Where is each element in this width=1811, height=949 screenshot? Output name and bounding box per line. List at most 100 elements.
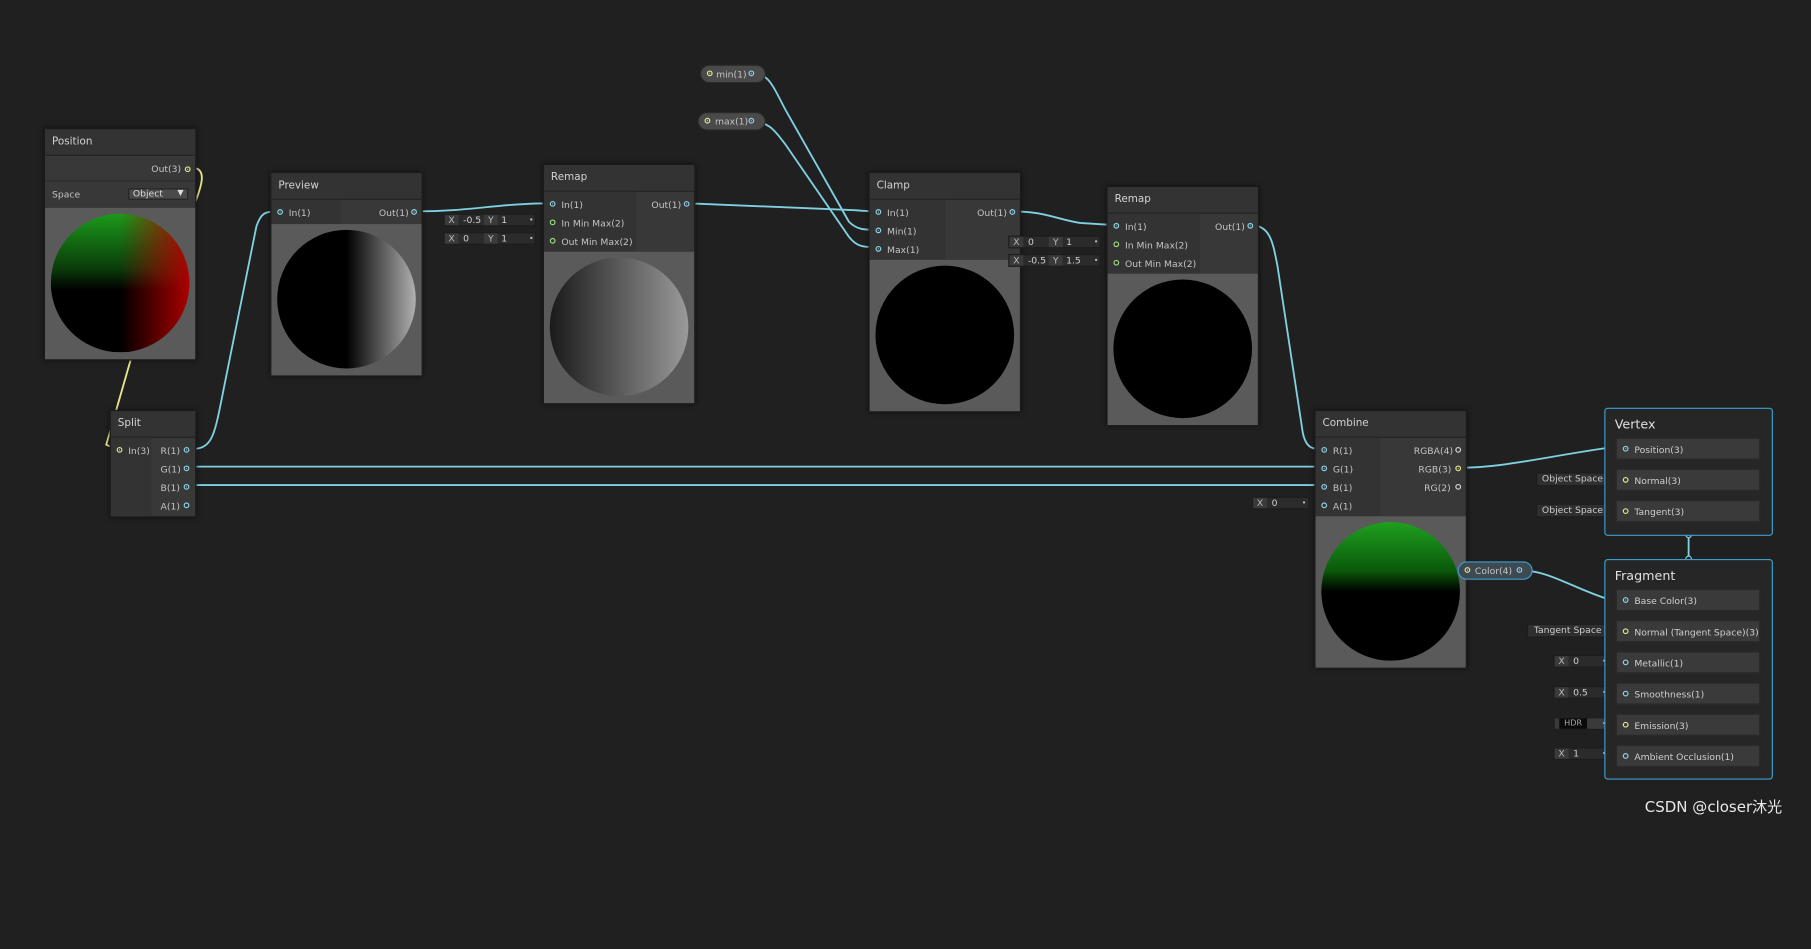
min-property-out-socket[interactable] — [748, 70, 755, 77]
combine-b-socket[interactable] — [1321, 483, 1328, 490]
split-out-g-socket[interactable] — [183, 465, 190, 472]
remap1-node[interactable]: Remap In(1) In Min Max(2) Out Min Max(2)… — [542, 164, 696, 405]
space-label: Space — [51, 189, 81, 200]
clamp-max-socket[interactable] — [875, 246, 882, 252]
y-value[interactable]: 1 — [498, 233, 507, 243]
combine-a-socket[interactable] — [1321, 502, 1328, 509]
min-property-node[interactable]: min(1) — [699, 64, 766, 84]
vertex-normal-space-field[interactable]: Object Space — [1536, 472, 1611, 487]
y-value[interactable]: 1 — [498, 215, 507, 225]
fragment-normal-port[interactable]: Normal (Tangent Space)(3) — [1615, 620, 1761, 643]
fragment-ao-socket[interactable] — [1622, 753, 1629, 759]
fragment-metallic-port[interactable]: Metallic(1) — [1615, 651, 1761, 674]
y-value[interactable]: 1.5 — [1063, 255, 1081, 265]
vertex-position-socket[interactable] — [1622, 445, 1629, 452]
remap2-in-min-max-field[interactable]: X 0 Y 1 — [1008, 235, 1101, 249]
remap1-out-socket[interactable] — [683, 200, 690, 207]
max-property-node[interactable]: max(1) — [697, 112, 766, 131]
combine-g-label: G(1) — [1332, 464, 1354, 475]
combine-rg-socket[interactable] — [1455, 483, 1462, 490]
remap1-inminmax-socket[interactable] — [549, 219, 556, 226]
preview-in-socket[interactable] — [277, 209, 283, 215]
fragment-ao-label: Ambient Occlusion(1) — [1634, 751, 1735, 763]
space-dropdown[interactable]: Object ▼ — [128, 188, 189, 200]
vertex-tangent-label: Tangent(3) — [1634, 507, 1685, 518]
vertex-normal-port[interactable]: Normal(3) — [1615, 468, 1761, 491]
remap2-out-socket[interactable] — [1247, 222, 1254, 229]
combine-node-header[interactable]: Combine — [1315, 411, 1466, 438]
fragment-smoothness-port[interactable]: Smoothness(1) — [1615, 682, 1761, 705]
remap1-outminmax-socket[interactable] — [549, 237, 556, 244]
combine-node[interactable]: Combine R(1) G(1) B(1) A(1) RGBA(4) RGB(… — [1314, 410, 1467, 669]
x-value[interactable]: 0 — [460, 233, 469, 243]
split-in-socket[interactable] — [116, 446, 123, 453]
smoothness-value[interactable]: 0.5 — [1570, 687, 1588, 697]
vertex-tangent-socket[interactable] — [1622, 508, 1629, 514]
remap1-out-label: Out(1) — [651, 199, 682, 211]
clamp-in-socket[interactable] — [875, 209, 882, 215]
clamp-min-socket[interactable] — [875, 227, 882, 234]
fragment-smoothness-socket[interactable] — [1622, 690, 1629, 697]
clamp-node[interactable]: Clamp In(1) Min(1) Max(1) Out(1) — [868, 172, 1022, 413]
fragment-basecolor-socket[interactable] — [1622, 597, 1629, 603]
fragment-master-node[interactable]: Fragment Base Color(3) Normal (Tangent S… — [1604, 559, 1773, 780]
combine-r-socket[interactable] — [1321, 446, 1328, 453]
smoothness-field[interactable]: X 0.5 — [1553, 686, 1611, 699]
remap2-outminmax-socket[interactable] — [1113, 259, 1120, 266]
metallic-value[interactable]: 0 — [1570, 656, 1579, 666]
color-property-out-socket[interactable] — [1516, 567, 1523, 573]
split-out-b-socket[interactable] — [183, 483, 190, 490]
fragment-basecolor-port[interactable]: Base Color(3) — [1615, 589, 1761, 611]
remap2-node-header[interactable]: Remap — [1107, 187, 1258, 214]
position-node-header[interactable]: Position — [45, 129, 196, 156]
ambient-occlusion-field[interactable]: X 1 — [1553, 747, 1611, 760]
clamp-node-header[interactable]: Clamp — [869, 173, 1020, 200]
vertex-normal-socket[interactable] — [1622, 477, 1629, 483]
metallic-field[interactable]: X 0 — [1553, 654, 1611, 668]
combine-rgba-socket[interactable] — [1455, 446, 1462, 453]
y-value[interactable]: 1 — [1063, 237, 1072, 247]
x-value[interactable]: -0.5 — [1024, 255, 1046, 265]
split-node[interactable]: Split In(3) R(1) G(1) B(1) A(1) — [109, 410, 197, 518]
preview-node[interactable]: Preview In(1) Out(1) — [270, 172, 423, 377]
split-node-header[interactable]: Split — [110, 411, 196, 438]
fragment-emission-port[interactable]: Emission(3) — [1615, 713, 1761, 736]
position-out-socket[interactable] — [184, 166, 191, 173]
max-property-out-socket[interactable] — [748, 117, 755, 124]
split-out-r-socket[interactable] — [183, 446, 190, 453]
color-property-node[interactable]: Color(4) — [1457, 561, 1533, 580]
vertex-position-port[interactable]: Position(3) — [1615, 437, 1761, 460]
combine-g-socket[interactable] — [1321, 465, 1328, 472]
fragment-ao-port[interactable]: Ambient Occlusion(1) — [1615, 744, 1761, 767]
remap2-out-min-max-field[interactable]: X -0.5 Y 1.5 — [1008, 254, 1101, 267]
preview-node-header[interactable]: Preview — [271, 173, 422, 200]
remap2-in-socket[interactable] — [1113, 222, 1120, 229]
combine-a-field[interactable]: X 0 — [1252, 496, 1310, 510]
remap1-in-min-max-field[interactable]: X -0.5 Y 1 — [443, 213, 536, 227]
wire-remap-to-combine — [1250, 224, 1324, 451]
vertex-master-node[interactable]: Vertex Position(3) Normal(3) Tangent(3) — [1604, 407, 1773, 536]
x-value[interactable]: -0.5 — [460, 215, 481, 225]
fragment-normal-space-field[interactable]: Tangent Space — [1526, 623, 1611, 638]
clamp-out-socket[interactable] — [1009, 209, 1016, 215]
split-out-a-socket[interactable] — [183, 502, 190, 509]
preview-out-socket[interactable] — [411, 209, 417, 215]
remap1-node-header[interactable]: Remap — [544, 165, 695, 192]
ambient-occlusion-value[interactable]: 1 — [1570, 748, 1579, 758]
fragment-metallic-socket[interactable] — [1622, 659, 1629, 666]
y-label: Y — [1048, 236, 1063, 248]
remap2-node[interactable]: Remap In(1) In Min Max(2) Out Min Max(2)… — [1106, 185, 1259, 427]
remap2-inminmax-socket[interactable] — [1113, 241, 1120, 248]
remap1-out-min-max-field[interactable]: X 0 Y 1 — [443, 232, 536, 245]
remap1-in-socket[interactable] — [549, 200, 556, 207]
position-node[interactable]: Position Out(3) Space Object ▼ — [43, 128, 197, 361]
a-value[interactable]: 0 — [1268, 498, 1278, 508]
fragment-emission-socket[interactable] — [1622, 721, 1629, 728]
combine-rgb-socket[interactable] — [1455, 465, 1462, 472]
vertex-tangent-space-field[interactable]: Object Space — [1536, 503, 1611, 518]
x-value[interactable]: 0 — [1024, 237, 1034, 247]
shader-graph-canvas[interactable]: Position Out(3) Space Object ▼ Split In(… — [0, 0, 1811, 949]
emission-hdr-field[interactable]: HDR — [1553, 717, 1611, 730]
fragment-normal-socket[interactable] — [1622, 628, 1629, 635]
vertex-tangent-port[interactable]: Tangent(3) — [1615, 500, 1761, 523]
